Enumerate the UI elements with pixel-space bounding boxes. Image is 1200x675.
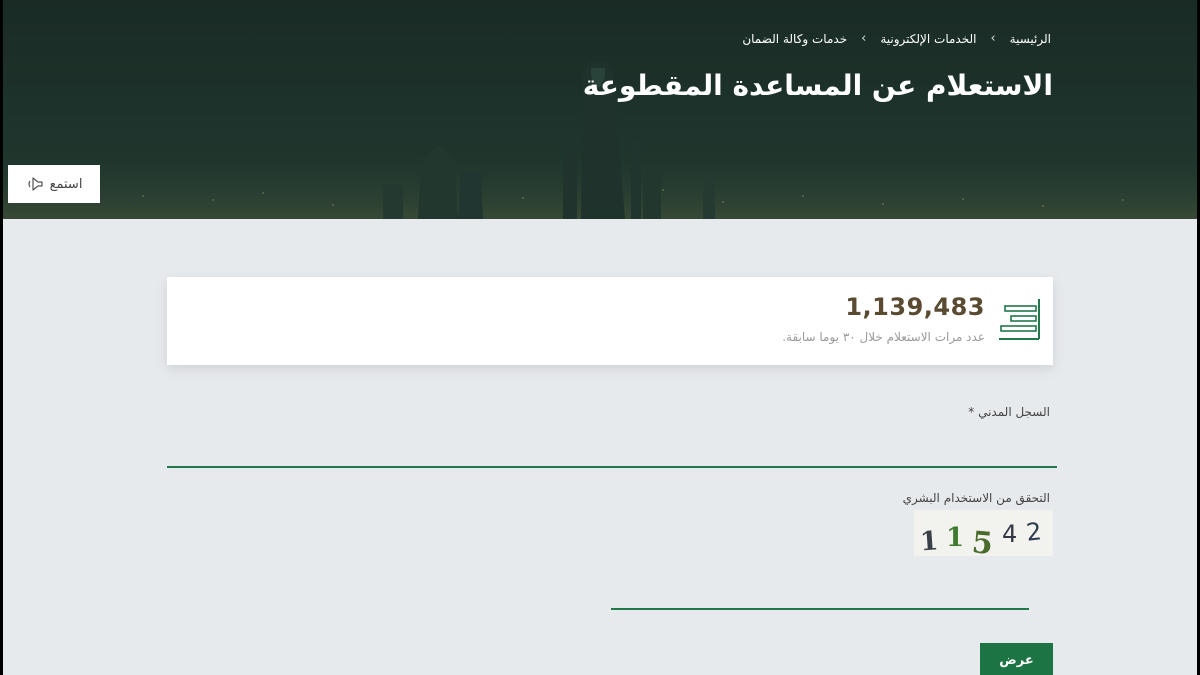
captcha-digit: 2 <box>1025 517 1043 546</box>
captcha-digit: 1 <box>919 526 939 556</box>
captcha-image: 1 1 5 4 2 <box>914 510 1053 556</box>
breadcrumb-current[interactable]: خدمات وكالة الضمان <box>742 32 847 46</box>
speaker-icon <box>27 177 43 191</box>
stats-card: 1,139,483 عدد مرات الاستعلام خلال ٣٠ يوم… <box>167 277 1053 365</box>
civil-registry-input[interactable] <box>167 430 1057 468</box>
captcha-label: التحقق من الاستخدام البشري <box>902 491 1050 505</box>
breadcrumb-home[interactable]: الرئيسية <box>1010 32 1051 46</box>
captcha-input[interactable] <box>611 572 1029 610</box>
captcha-digit: 5 <box>970 525 994 556</box>
breadcrumb-separator-icon: › <box>990 31 996 46</box>
listen-button[interactable]: استمع <box>8 165 100 203</box>
breadcrumb-separator-icon: › <box>861 31 867 46</box>
page-frame: الرئيسية › الخدمات الإلكترونية › خدمات و… <box>3 0 1197 675</box>
page-title: الاستعلام عن المساعدة المقطوعة <box>582 69 1053 102</box>
civil-registry-label: السجل المدني * <box>968 405 1050 419</box>
inquiry-count: 1,139,483 <box>845 293 985 321</box>
hero-banner: الرئيسية › الخدمات الإلكترونية › خدمات و… <box>3 0 1197 219</box>
captcha-digit: 4 <box>1002 520 1017 548</box>
listen-label: استمع <box>49 176 83 192</box>
submit-button[interactable]: عرض <box>980 643 1053 675</box>
inquiry-count-caption: عدد مرات الاستعلام خلال ٣٠ يوما سابقة. <box>782 330 985 344</box>
bar-chart-icon <box>999 299 1040 340</box>
breadcrumb: الرئيسية › الخدمات الإلكترونية › خدمات و… <box>742 31 1051 46</box>
captcha-digit: 1 <box>946 523 964 553</box>
breadcrumb-e-services[interactable]: الخدمات الإلكترونية <box>880 32 976 46</box>
